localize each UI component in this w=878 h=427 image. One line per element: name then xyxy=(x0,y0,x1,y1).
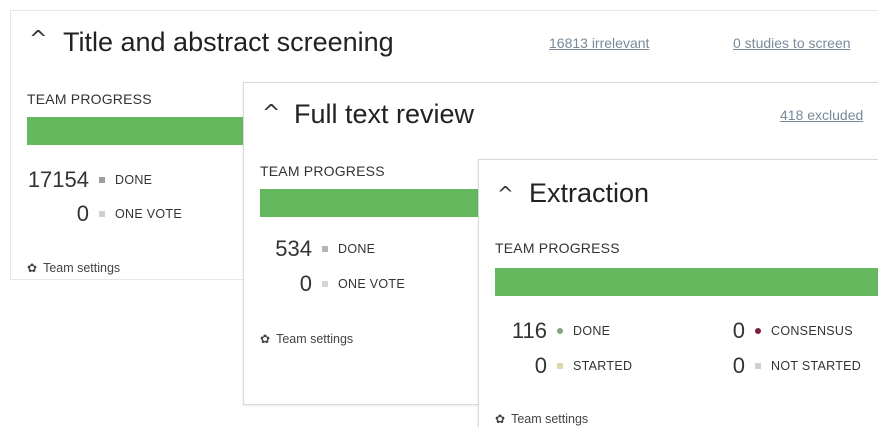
screening-stat-one-vote: 0 ONE VOTE xyxy=(25,201,182,227)
extraction-progress-bar xyxy=(495,268,878,296)
excluded-link[interactable]: 418 excluded xyxy=(780,107,863,123)
fulltext-team-settings[interactable]: ✿ Team settings xyxy=(260,332,353,346)
stat-label: CONSENSUS xyxy=(771,324,853,338)
stat-value: 17154 xyxy=(27,167,89,192)
chevron-up-icon[interactable]: ^ xyxy=(262,101,280,126)
extraction-card: ^ Extraction TEAM PROGRESS 116 DONE 0 ST… xyxy=(478,159,878,427)
extraction-stat-done: 116 DONE xyxy=(493,318,610,344)
stat-value: 0 xyxy=(732,318,745,343)
screening-team-settings[interactable]: ✿ Team settings xyxy=(27,261,120,275)
status-dot-icon xyxy=(557,363,563,369)
fulltext-progress-label: TEAM PROGRESS xyxy=(260,163,385,179)
extraction-stat-consensus: 0 CONSENSUS xyxy=(705,318,853,344)
fulltext-title: Full text review xyxy=(294,99,475,129)
team-settings-label: Team settings xyxy=(43,261,121,275)
status-dot-icon xyxy=(755,328,761,334)
stat-value: 116 xyxy=(511,318,547,343)
stat-value: 0 xyxy=(76,201,89,226)
status-dot-icon xyxy=(99,211,105,217)
studies-to-screen-link[interactable]: 0 studies to screen xyxy=(733,35,851,51)
stat-label: STARTED xyxy=(573,359,633,373)
team-settings-label: Team settings xyxy=(511,412,589,426)
screening-stat-done: 17154 DONE xyxy=(25,167,152,193)
stat-label: NOT STARTED xyxy=(771,359,862,373)
gear-icon: ✿ xyxy=(260,332,271,346)
stat-label: DONE xyxy=(115,173,153,187)
stat-label: ONE VOTE xyxy=(115,207,182,221)
status-dot-icon xyxy=(557,328,563,334)
status-dot-icon xyxy=(99,177,105,183)
stat-label: DONE xyxy=(573,324,611,338)
status-dot-icon xyxy=(755,363,761,369)
extraction-progress-label: TEAM PROGRESS xyxy=(495,240,620,256)
chevron-up-icon[interactable]: ^ xyxy=(497,182,514,206)
stat-label: DONE xyxy=(338,242,376,256)
stat-value: 0 xyxy=(534,353,547,378)
fulltext-stat-one-vote: 0 ONE VOTE xyxy=(258,271,405,297)
stat-value: 0 xyxy=(299,271,312,296)
fulltext-stat-done: 534 DONE xyxy=(258,236,375,262)
status-dot-icon xyxy=(322,246,328,252)
stat-value: 534 xyxy=(275,236,312,261)
gear-icon: ✿ xyxy=(27,261,38,275)
stat-value: 0 xyxy=(732,353,745,378)
gear-icon: ✿ xyxy=(495,412,506,426)
chevron-up-icon[interactable]: ^ xyxy=(29,27,47,52)
irrelevant-link[interactable]: 16813 irrelevant xyxy=(549,35,649,51)
screening-progress-label: TEAM PROGRESS xyxy=(27,91,152,107)
stat-label: ONE VOTE xyxy=(338,277,405,291)
team-settings-label: Team settings xyxy=(276,332,354,346)
extraction-stat-not-started: 0 NOT STARTED xyxy=(705,353,861,379)
screening-title: Title and abstract screening xyxy=(63,27,394,57)
extraction-title: Extraction xyxy=(529,178,650,208)
status-dot-icon xyxy=(322,281,328,287)
extraction-stat-started: 0 STARTED xyxy=(493,353,632,379)
extraction-team-settings[interactable]: ✿ Team settings xyxy=(495,412,588,426)
